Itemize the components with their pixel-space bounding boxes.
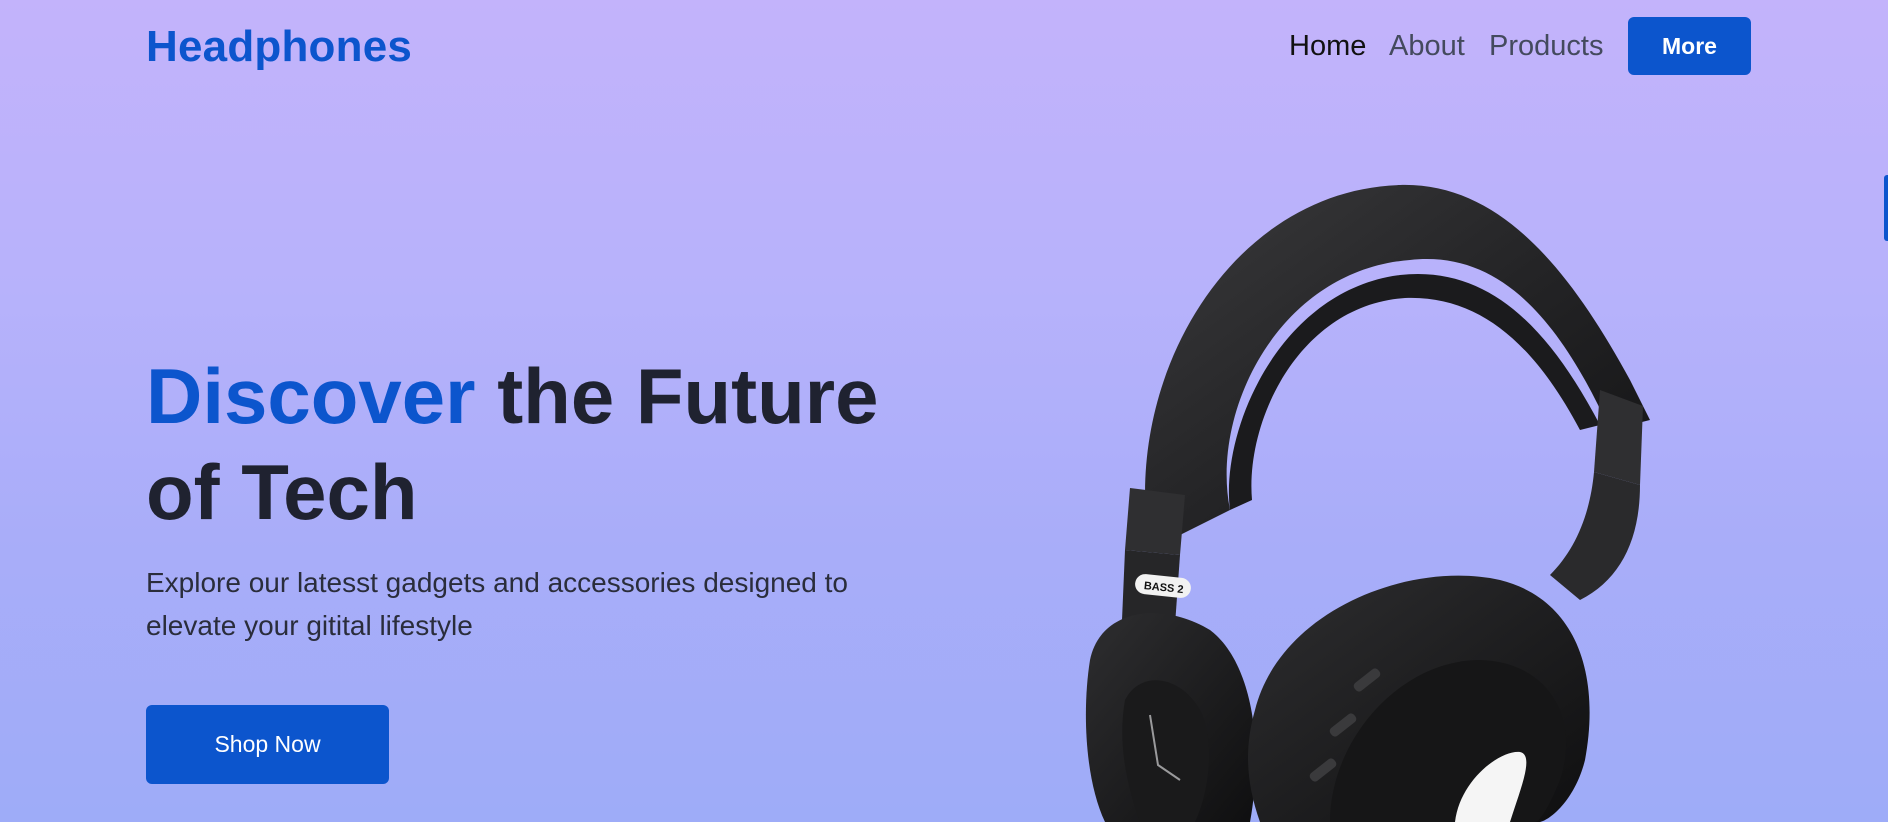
headline-accent: Discover (146, 352, 476, 440)
nav-about[interactable]: About (1389, 30, 1465, 63)
left-slider (1125, 488, 1185, 555)
hero-headline: Discover the Future of Tech (146, 348, 906, 540)
hero-subtext: Explore our latesst gadgets and accessor… (146, 567, 848, 641)
headphones-image: BASS 2 (1085, 184, 1650, 822)
right-arm (1550, 472, 1640, 600)
right-slider (1594, 390, 1643, 485)
side-tab[interactable] (1884, 175, 1888, 241)
more-button[interactable]: More (1628, 17, 1751, 75)
brand-logo[interactable]: Headphones (146, 22, 412, 72)
headband (1145, 184, 1650, 550)
hero-section: Headphones Home About Products More Disc… (0, 0, 1888, 822)
nav-products[interactable]: Products (1489, 30, 1603, 63)
nav-home[interactable]: Home (1289, 30, 1366, 63)
headline-rest: the Future (475, 352, 879, 440)
headline-line2: of Tech (146, 448, 418, 536)
shop-now-button[interactable]: Shop Now (146, 705, 389, 784)
